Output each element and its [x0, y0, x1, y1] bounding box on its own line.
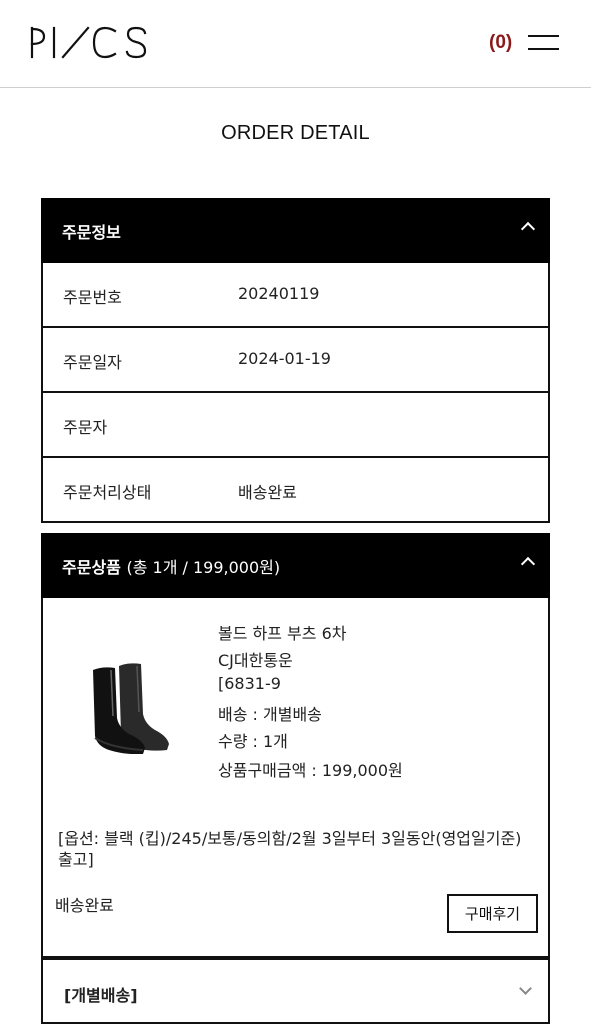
- product-item: 볼드 하프 부츠 6차 CJ대한통운 [6831-9 배송 : 개별배송 수량 …: [41, 598, 550, 958]
- boot-image: [93, 663, 169, 755]
- order-number-value: 20240119: [238, 284, 320, 303]
- order-items-heading: 주문상품: [62, 558, 121, 577]
- chevron-up-icon[interactable]: [520, 221, 536, 237]
- carrier-name: CJ대한통운: [218, 651, 293, 670]
- site-header: (0): [0, 0, 591, 88]
- order-date-value: 2024-01-19: [238, 349, 331, 368]
- cart-count[interactable]: (0): [489, 32, 512, 54]
- order-items-title: 주문상품 (총 1개 / 199,000원): [62, 554, 280, 578]
- order-items-summary: (총 1개 / 199,000원): [126, 558, 281, 577]
- order-status-label: 주문처리상태: [63, 483, 152, 502]
- order-date-row: 주문일자 2024-01-19: [41, 328, 550, 393]
- hamburger-menu-icon[interactable]: [528, 34, 559, 52]
- shipping-type: 배송 : 개별배송: [218, 705, 322, 724]
- product-image[interactable]: [81, 654, 177, 755]
- order-info-section: 주문정보 주문번호 20240119 주문일자 2024-01-19 주문자 주…: [41, 198, 550, 523]
- order-status-row: 주문처리상태 배송완료: [41, 458, 550, 523]
- orderer-label: 주문자: [63, 418, 108, 437]
- order-items-section: 주문상품 (총 1개 / 199,000원) 볼드 하프 부츠 6차 CJ대한통…: [41, 533, 550, 1024]
- chevron-down-icon[interactable]: [519, 982, 532, 995]
- order-items-header[interactable]: 주문상품 (총 1개 / 199,000원): [41, 533, 550, 598]
- order-status-value: 배송완료: [238, 483, 297, 502]
- item-status: 배송완료: [55, 896, 114, 915]
- product-option: [옵션: 블랙 (킵)/245/보통/동의함/2월 3일부터 3일동안(영업일기…: [58, 829, 522, 869]
- page-title: ORDER DETAIL: [221, 122, 370, 144]
- write-review-button[interactable]: 구매후기: [447, 894, 538, 933]
- site-logo[interactable]: [30, 24, 148, 64]
- order-info-header[interactable]: 주문정보: [41, 198, 550, 263]
- product-name[interactable]: 볼드 하프 부츠 6차: [218, 620, 346, 644]
- shipping-group-row[interactable]: [개별배송]: [41, 958, 550, 1024]
- logo-mark: [30, 26, 147, 59]
- order-number-label: 주문번호: [63, 288, 122, 307]
- product-quantity: 수량 : 1개: [218, 732, 288, 751]
- order-number-row: 주문번호 20240119: [41, 263, 550, 328]
- product-amount: 상품구매금액 : 199,000원: [218, 761, 403, 780]
- orderer-row: 주문자: [41, 393, 550, 458]
- order-date-label: 주문일자: [63, 353, 122, 372]
- shipping-group-label: [개별배송]: [64, 986, 138, 1005]
- order-info-title: 주문정보: [62, 223, 121, 242]
- chevron-up-icon[interactable]: [520, 556, 536, 572]
- tracking-number[interactable]: [6831-9: [218, 674, 281, 693]
